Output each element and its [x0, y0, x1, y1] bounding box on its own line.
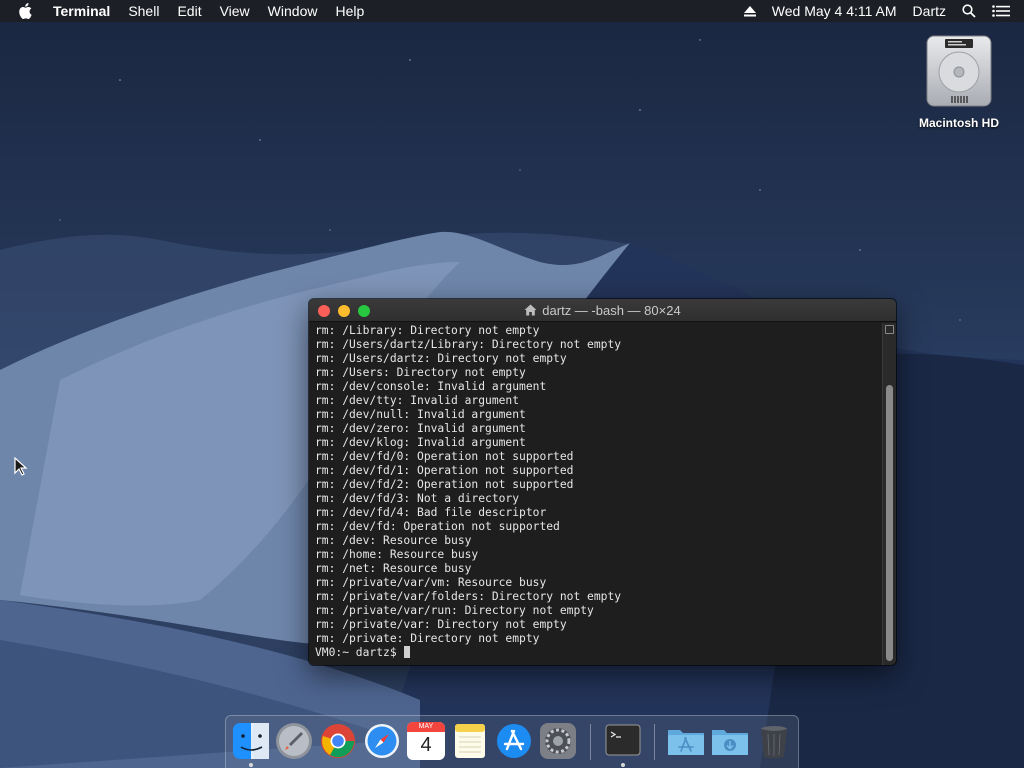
terminal-output-line: rm: /private/var: Directory not empty [315, 618, 567, 631]
downloads-folder-icon[interactable] [711, 722, 749, 760]
terminal-output-line: rm: /private/var/folders: Directory not … [315, 590, 622, 603]
terminal-output-line: rm: /dev/fd/3: Not a directory [315, 492, 520, 505]
terminal-output-line: rm: /Users/dartz: Directory not empty [315, 352, 567, 365]
window-zoom-button[interactable] [358, 305, 370, 317]
menu-edit[interactable]: Edit [168, 0, 210, 22]
apple-menu[interactable] [0, 3, 44, 19]
terminal-output-line: rm: /net: Resource busy [315, 562, 472, 575]
eject-menu[interactable] [736, 5, 764, 17]
calendar-month: MAY [407, 722, 445, 732]
terminal-output-line: rm: /Users: Directory not empty [315, 366, 526, 379]
terminal-output-line: rm: /dev/zero: Invalid argument [315, 422, 526, 435]
running-indicator [621, 763, 625, 767]
terminal-output-line: rm: /dev/fd/1: Operation not supported [315, 464, 574, 477]
notification-center-button[interactable] [984, 5, 1024, 17]
safari-icon[interactable] [363, 722, 401, 760]
launchpad-icon[interactable] [275, 722, 313, 760]
spotlight-button[interactable] [954, 4, 984, 18]
terminal-output-line: rm: /dev/console: Invalid argument [315, 380, 547, 393]
desktop-item-label: Macintosh HD [918, 116, 999, 130]
terminal-prompt: VM0:~ dartz$ [315, 646, 404, 659]
menu-window[interactable]: Window [259, 0, 327, 22]
applications-folder-icon[interactable] [667, 722, 705, 760]
terminal-output-line: rm: /dev/fd/4: Bad file descriptor [315, 506, 547, 519]
mouse-pointer-icon [14, 457, 28, 476]
scroll-split-button[interactable] [885, 325, 894, 334]
home-folder-icon [524, 304, 537, 316]
terminal-output-line: rm: /dev/null: Invalid argument [315, 408, 526, 421]
menu-clock[interactable]: Wed May 4 4:11 AM [764, 0, 905, 22]
terminal-scrollbar[interactable] [882, 323, 896, 665]
terminal-cursor [404, 646, 411, 658]
system-preferences-icon[interactable] [539, 722, 577, 760]
calendar-day: 4 [420, 734, 432, 756]
eject-icon [743, 5, 756, 16]
trash-icon[interactable] [755, 722, 793, 760]
finder-icon[interactable] [232, 722, 270, 760]
hard-drive-icon [926, 35, 992, 107]
window-minimize-button[interactable] [338, 305, 350, 317]
calendar-icon[interactable]: MAY 4 [407, 722, 445, 760]
terminal-window-title: dartz — -bash — 80×24 [542, 302, 681, 318]
menu-app-name[interactable]: Terminal [44, 0, 119, 22]
terminal-output-line: rm: /home: Resource busy [315, 548, 479, 561]
scrollbar-thumb[interactable] [886, 385, 893, 661]
spotlight-search-icon [962, 4, 976, 18]
terminal-title-bar[interactable]: dartz — -bash — 80×24 [309, 299, 896, 322]
terminal-output-line: rm: /private/var/vm: Resource busy [315, 576, 547, 589]
window-close-button[interactable] [318, 305, 330, 317]
menu-view[interactable]: View [211, 0, 259, 22]
terminal-window[interactable]: dartz — -bash — 80×24 rm: /Library: Dire… [309, 299, 896, 665]
terminal-output-line: rm: /dev/klog: Invalid argument [315, 436, 526, 449]
desktop-item-macintosh-hd[interactable]: Macintosh HD [906, 32, 1012, 130]
terminal-output-line: rm: /dev/tty: Invalid argument [315, 394, 520, 407]
menu-shell[interactable]: Shell [119, 0, 168, 22]
dock-separator [590, 724, 591, 760]
app-store-icon[interactable] [495, 722, 533, 760]
terminal-output-line: rm: /dev: Resource busy [315, 534, 472, 547]
chrome-icon[interactable] [319, 722, 357, 760]
terminal-output-line: rm: /private: Directory not empty [315, 632, 540, 645]
notification-center-icon [992, 5, 1010, 17]
terminal-prompt-line[interactable]: VM0:~ dartz$ [315, 646, 880, 660]
terminal-output-line: rm: /dev/fd: Operation not supported [315, 520, 560, 533]
menu-bar: Terminal Shell Edit View Window Help Wed… [0, 0, 1024, 22]
dock-separator [654, 724, 655, 760]
menu-user[interactable]: Dartz [905, 0, 954, 22]
menu-help[interactable]: Help [326, 0, 373, 22]
terminal-output-line: rm: /Library: Directory not empty [315, 324, 540, 337]
running-indicator [249, 763, 253, 767]
terminal-output-line: rm: /Users/dartz/Library: Directory not … [315, 338, 622, 351]
terminal-output-line: rm: /dev/fd/2: Operation not supported [315, 478, 574, 491]
notes-icon[interactable] [451, 722, 489, 760]
terminal-output[interactable]: rm: /Library: Directory not empty rm: /Us… [315, 324, 880, 662]
terminal-app-icon[interactable] [604, 722, 642, 760]
terminal-output-line: rm: /dev/fd/0: Operation not supported [315, 450, 574, 463]
apple-icon [19, 3, 32, 19]
dock: MAY 4 [225, 715, 799, 768]
terminal-output-line: rm: /private/var/run: Directory not empt… [315, 604, 594, 617]
